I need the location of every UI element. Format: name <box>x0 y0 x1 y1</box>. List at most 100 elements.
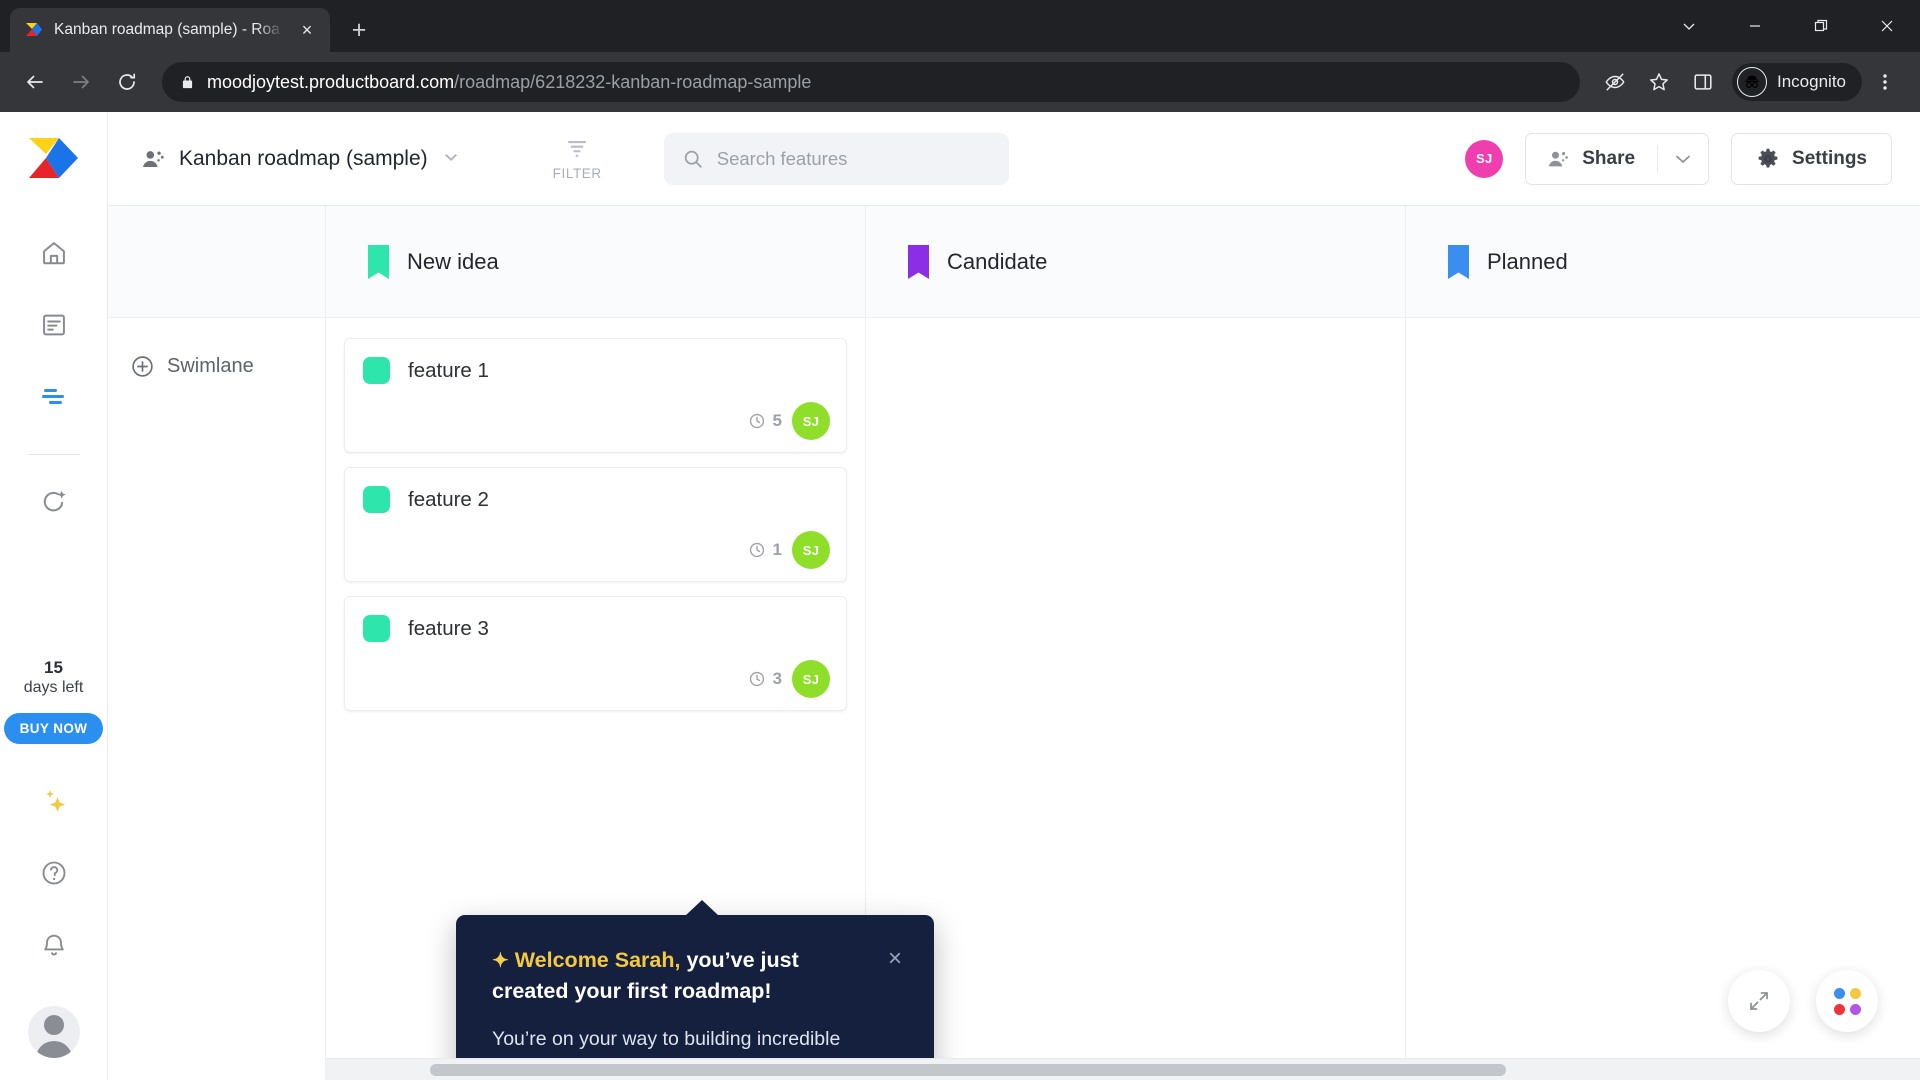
column-header-new-idea[interactable]: New idea <box>326 206 866 317</box>
bell-icon[interactable] <box>27 918 81 972</box>
clock-icon <box>748 541 766 559</box>
feature-card[interactable]: feature 3 3 SJ <box>344 596 847 711</box>
ribbon-icon <box>908 244 929 279</box>
column-candidate[interactable] <box>866 318 1406 1080</box>
avatar[interactable] <box>27 1006 80 1058</box>
estimate: 3 <box>748 669 782 689</box>
clock-icon <box>748 670 766 688</box>
avatar[interactable]: SJ <box>1465 139 1504 178</box>
close-icon[interactable]: × <box>294 17 320 43</box>
maximize-icon[interactable] <box>1788 0 1854 52</box>
roadmap-icon[interactable] <box>27 370 81 424</box>
sparkle-icon: ✦ <box>492 950 509 972</box>
left-nav-rail: 15 days left BUY NOW <box>0 112 108 1080</box>
help-circle-icon[interactable] <box>27 846 81 900</box>
incognito-profile-chip[interactable]: Incognito <box>1732 63 1862 101</box>
dot-blue <box>1833 987 1845 999</box>
ai-sparkle-icon[interactable] <box>27 475 81 529</box>
share-label: Share <box>1582 147 1636 169</box>
popover-arrow <box>685 900 719 916</box>
scrollbar-thumb[interactable] <box>430 1064 1506 1076</box>
feature-card[interactable]: feature 2 1 SJ <box>344 467 847 582</box>
trial-label: days left <box>23 679 84 697</box>
window-controls <box>1656 0 1920 52</box>
chevron-down-icon[interactable] <box>444 153 457 165</box>
three-dot-menu-icon[interactable] <box>1864 61 1906 103</box>
new-tab-button[interactable]: + <box>340 11 378 49</box>
card-footer: 3 SJ <box>363 660 830 698</box>
filter-icon <box>565 137 589 161</box>
avatar[interactable]: SJ <box>792 660 830 698</box>
card-footer: 5 SJ <box>363 402 830 440</box>
estimate-value: 5 <box>772 411 782 430</box>
column-header-planned[interactable]: Planned <box>1406 206 1920 317</box>
column-planned[interactable] <box>1406 318 1920 1080</box>
lock-icon <box>180 75 195 90</box>
dot-grid <box>1833 987 1861 1015</box>
star-icon[interactable] <box>1638 61 1680 103</box>
header-gutter <box>108 206 326 317</box>
browser-toolbar: moodjoytest.productboard.com/roadmap/621… <box>0 52 1920 112</box>
avatar[interactable]: SJ <box>792 402 830 440</box>
reload-icon[interactable] <box>106 61 148 103</box>
search-icon <box>682 148 704 170</box>
forward-arrow-icon <box>60 61 102 103</box>
card-header: feature 2 <box>363 486 830 513</box>
search-input[interactable] <box>716 147 991 170</box>
status-swatch <box>363 357 390 384</box>
card-title: feature 1 <box>408 358 489 382</box>
ribbon-icon <box>368 244 389 279</box>
app-dots-icon[interactable] <box>1816 970 1878 1032</box>
incognito-icon <box>1737 67 1767 97</box>
productboard-app: 1 5 days left BUY NOW Kanban roadmap (sam… <box>0 112 1920 1080</box>
page-title: Kanban roadmap (sample) <box>179 146 428 170</box>
side-panel-icon[interactable] <box>1682 61 1724 103</box>
address-bar[interactable]: moodjoytest.productboard.com/roadmap/621… <box>162 62 1580 102</box>
expand-diagonal-icon[interactable] <box>1728 970 1790 1032</box>
board-body: Swimlane feature 1 5 SJ feature 2 1 SJ f… <box>108 318 1920 1080</box>
url-path: /roadmap/6218232-kanban-roadmap-sample <box>454 71 812 92</box>
filter-label: FILTER <box>552 165 602 181</box>
app-header: Kanban roadmap (sample) FILTER Search fe… <box>108 112 1920 206</box>
popover-title-highlight: Welcome Sarah, <box>514 948 681 972</box>
settings-button[interactable]: Settings <box>1731 132 1892 185</box>
home-icon[interactable] <box>27 226 81 280</box>
back-arrow-icon[interactable] <box>14 61 56 103</box>
close-icon[interactable] <box>1854 0 1920 52</box>
column-header-candidate[interactable]: Candidate <box>866 206 1406 317</box>
feature-card[interactable]: feature 1 5 SJ <box>344 338 847 453</box>
card-title: feature 2 <box>408 487 489 511</box>
url-text: moodjoytest.productboard.com/roadmap/621… <box>207 72 811 93</box>
share-button[interactable]: Share <box>1526 134 1657 184</box>
profile-label: Incognito <box>1777 72 1846 91</box>
productboard-logo-icon <box>24 20 44 40</box>
people-icon <box>140 146 166 172</box>
horizontal-scrollbar[interactable] <box>326 1058 1920 1080</box>
filter-button[interactable]: FILTER <box>553 137 602 181</box>
search-features-box[interactable] <box>663 132 1009 185</box>
roadmap-title-group[interactable]: Kanban roadmap (sample) <box>140 146 457 172</box>
sparkle-icon[interactable] <box>27 774 81 828</box>
chevron-down-icon[interactable] <box>1658 134 1708 184</box>
column-title: Planned <box>1487 248 1568 274</box>
gear-icon <box>1756 147 1780 171</box>
minimize-icon[interactable] <box>1722 0 1788 52</box>
chevron-down-icon[interactable] <box>1656 0 1722 52</box>
productboard-logo-icon[interactable] <box>26 134 82 182</box>
eye-slash-icon[interactable] <box>1594 61 1636 103</box>
swimlane-label: Swimlane <box>167 355 254 377</box>
onboarding-tour-popover: ✦ Welcome Sarah, you’ve just created your… <box>456 900 934 1080</box>
avatar[interactable]: SJ <box>792 531 830 569</box>
buy-now-button[interactable]: BUY NOW <box>3 713 104 744</box>
dot-red <box>1833 1003 1845 1015</box>
card-footer: 1 SJ <box>363 531 830 569</box>
main-content: Kanban roadmap (sample) FILTER Search fe… <box>108 112 1920 1080</box>
status-swatch <box>363 615 390 642</box>
notes-icon[interactable] <box>27 298 81 352</box>
add-swimlane-button[interactable]: Swimlane <box>108 354 325 379</box>
browser-tab[interactable]: Kanban roadmap (sample) - Roa × <box>10 8 330 52</box>
close-icon[interactable]: × <box>888 947 902 971</box>
estimate-value: 1 <box>772 540 782 559</box>
settings-label: Settings <box>1792 147 1867 169</box>
estimate: 1 <box>748 540 782 560</box>
